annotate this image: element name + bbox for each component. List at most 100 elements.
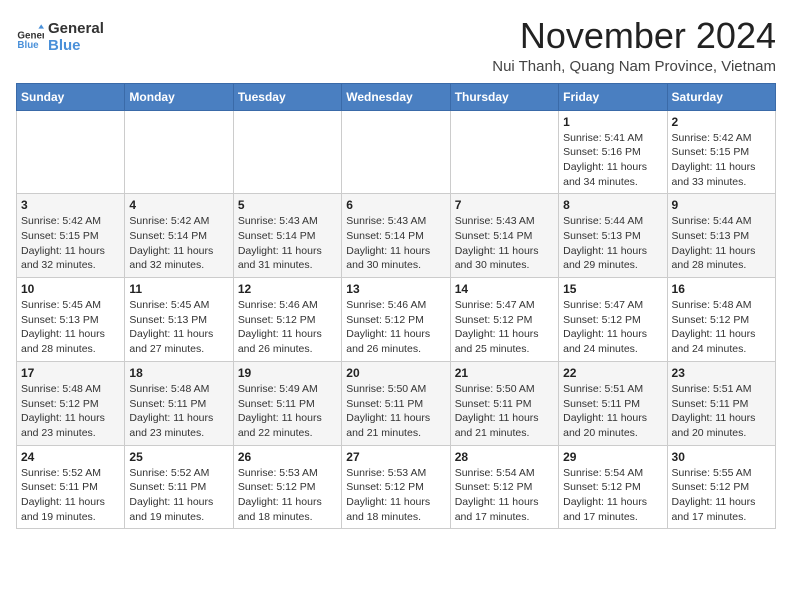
day-number: 17 xyxy=(21,366,120,380)
day-info: Sunrise: 5:54 AMSunset: 5:12 PMDaylight:… xyxy=(563,466,662,525)
day-info: Sunrise: 5:53 AMSunset: 5:12 PMDaylight:… xyxy=(238,466,337,525)
day-info: Sunrise: 5:51 AMSunset: 5:11 PMDaylight:… xyxy=(672,382,771,441)
day-number: 1 xyxy=(563,115,662,129)
day-info: Sunrise: 5:43 AMSunset: 5:14 PMDaylight:… xyxy=(455,214,554,273)
calendar-cell: 6Sunrise: 5:43 AMSunset: 5:14 PMDaylight… xyxy=(342,194,450,278)
day-number: 27 xyxy=(346,450,445,464)
day-number: 14 xyxy=(455,282,554,296)
day-info: Sunrise: 5:52 AMSunset: 5:11 PMDaylight:… xyxy=(129,466,228,525)
calendar-cell: 3 Sunrise: 5:42 AMSunset: 5:15 PMDaylight… xyxy=(17,194,125,278)
calendar-cell xyxy=(17,110,125,194)
calendar-row: 17 Sunrise: 5:48 AMSunset: 5:12 PMDayligh… xyxy=(17,361,776,445)
day-info: Sunrise: 5:47 AMSunset: 5:12 PMDaylight:… xyxy=(563,298,662,357)
calendar-cell: 24Sunrise: 5:52 AMSunset: 5:11 PMDayligh… xyxy=(17,445,125,529)
day-info: Sunrise: 5:44 AMSunset: 5:13 PMDaylight:… xyxy=(563,214,662,273)
day-number: 15 xyxy=(563,282,662,296)
calendar-row: 10 Sunrise: 5:45 AMSunset: 5:13 PMDayligh… xyxy=(17,278,776,362)
day-number: 2 xyxy=(672,115,771,129)
calendar-cell: 26 Sunrise: 5:53 AMSunset: 5:12 PMDayligh… xyxy=(233,445,341,529)
logo-icon: General Blue xyxy=(16,23,44,51)
day-info: Sunrise: 5:44 AMSunset: 5:13 PMDaylight:… xyxy=(672,214,771,273)
calendar-cell: 9 Sunrise: 5:44 AMSunset: 5:13 PMDaylight… xyxy=(667,194,775,278)
calendar-cell: 16 Sunrise: 5:48 AMSunset: 5:12 PMDayligh… xyxy=(667,278,775,362)
calendar-cell xyxy=(450,110,558,194)
calendar-cell: 7Sunrise: 5:43 AMSunset: 5:14 PMDaylight… xyxy=(450,194,558,278)
day-number: 11 xyxy=(129,282,228,296)
day-info: Sunrise: 5:45 AMSunset: 5:13 PMDaylight:… xyxy=(21,298,120,357)
day-number: 25 xyxy=(129,450,228,464)
day-info: Sunrise: 5:48 AMSunset: 5:12 PMDaylight:… xyxy=(672,298,771,357)
day-number: 21 xyxy=(455,366,554,380)
day-number: 19 xyxy=(238,366,337,380)
day-info: Sunrise: 5:46 AMSunset: 5:12 PMDaylight:… xyxy=(238,298,337,357)
page-header: General Blue General Blue November 2024 … xyxy=(16,16,776,75)
calendar-cell: 13 Sunrise: 5:46 AMSunset: 5:12 PMDayligh… xyxy=(342,278,450,362)
calendar-cell: 28 Sunrise: 5:54 AMSunset: 5:12 PMDayligh… xyxy=(450,445,558,529)
day-number: 24 xyxy=(21,450,120,464)
calendar-row: 24 Sunrise: 5:52 AMSunset: 5:11 PMDayligh… xyxy=(17,445,776,529)
day-info: Sunrise: 5:47 AMSunset: 5:12 PMDaylight:… xyxy=(455,298,554,357)
day-number: 12 xyxy=(238,282,337,296)
day-number: 26 xyxy=(238,450,337,464)
day-info: Sunrise: 5:48 AMSunset: 5:12 PMDaylight:… xyxy=(21,382,120,441)
day-info: Sunrise: 5:46 AMSunset: 5:12 PMDaylight:… xyxy=(346,298,445,357)
calendar-cell: 2 Sunrise: 5:42 AMSunset: 5:15 PMDaylight… xyxy=(667,110,775,194)
day-info: Sunrise: 5:51 AMSunset: 5:11 PMDaylight:… xyxy=(563,382,662,441)
calendar-cell: 20 Sunrise: 5:50 AMSunset: 5:11 PMDayligh… xyxy=(342,361,450,445)
calendar-table: SundayMondayTuesdayWednesdayThursdayFrid… xyxy=(16,83,776,530)
calendar-cell: 1 Sunrise: 5:41 AMSunset: 5:16 PMDaylight… xyxy=(559,110,667,194)
weekday-header-friday: Friday xyxy=(559,83,667,110)
day-info: Sunrise: 5:48 AMSunset: 5:11 PMDaylight:… xyxy=(129,382,228,441)
month-title: November 2024 xyxy=(492,16,776,56)
weekday-header-sunday: Sunday xyxy=(17,83,125,110)
calendar-cell xyxy=(125,110,233,194)
day-info: Sunrise: 5:50 AMSunset: 5:11 PMDaylight:… xyxy=(346,382,445,441)
svg-text:Blue: Blue xyxy=(17,40,39,51)
day-number: 29 xyxy=(563,450,662,464)
calendar-cell: 21 Sunrise: 5:50 AMSunset: 5:11 PMDayligh… xyxy=(450,361,558,445)
day-number: 4 xyxy=(129,198,228,212)
location: Nui Thanh, Quang Nam Province, Vietnam xyxy=(492,58,776,75)
calendar-cell: 4 Sunrise: 5:42 AMSunset: 5:14 PMDaylight… xyxy=(125,194,233,278)
calendar-cell: 19Sunrise: 5:49 AMSunset: 5:11 PMDayligh… xyxy=(233,361,341,445)
calendar-cell: 11 Sunrise: 5:45 AMSunset: 5:13 PMDayligh… xyxy=(125,278,233,362)
calendar-row: 1 Sunrise: 5:41 AMSunset: 5:16 PMDaylight… xyxy=(17,110,776,194)
day-info: Sunrise: 5:45 AMSunset: 5:13 PMDaylight:… xyxy=(129,298,228,357)
logo-general: General xyxy=(48,20,104,37)
day-number: 10 xyxy=(21,282,120,296)
weekday-header-thursday: Thursday xyxy=(450,83,558,110)
day-number: 22 xyxy=(563,366,662,380)
weekday-header-tuesday: Tuesday xyxy=(233,83,341,110)
weekday-header-saturday: Saturday xyxy=(667,83,775,110)
day-info: Sunrise: 5:42 AMSunset: 5:15 PMDaylight:… xyxy=(21,214,120,273)
day-number: 5 xyxy=(238,198,337,212)
day-number: 16 xyxy=(672,282,771,296)
day-number: 9 xyxy=(672,198,771,212)
calendar-cell xyxy=(342,110,450,194)
day-info: Sunrise: 5:50 AMSunset: 5:11 PMDaylight:… xyxy=(455,382,554,441)
calendar-cell: 23Sunrise: 5:51 AMSunset: 5:11 PMDayligh… xyxy=(667,361,775,445)
day-number: 28 xyxy=(455,450,554,464)
day-info: Sunrise: 5:54 AMSunset: 5:12 PMDaylight:… xyxy=(455,466,554,525)
day-number: 3 xyxy=(21,198,120,212)
calendar-cell: 18Sunrise: 5:48 AMSunset: 5:11 PMDayligh… xyxy=(125,361,233,445)
day-number: 6 xyxy=(346,198,445,212)
day-info: Sunrise: 5:43 AMSunset: 5:14 PMDaylight:… xyxy=(238,214,337,273)
calendar-cell: 22 Sunrise: 5:51 AMSunset: 5:11 PMDayligh… xyxy=(559,361,667,445)
calendar-cell: 12 Sunrise: 5:46 AMSunset: 5:12 PMDayligh… xyxy=(233,278,341,362)
day-info: Sunrise: 5:42 AMSunset: 5:15 PMDaylight:… xyxy=(672,131,771,190)
calendar-cell: 14 Sunrise: 5:47 AMSunset: 5:12 PMDayligh… xyxy=(450,278,558,362)
day-number: 8 xyxy=(563,198,662,212)
logo-blue: Blue xyxy=(48,37,104,54)
day-info: Sunrise: 5:41 AMSunset: 5:16 PMDaylight:… xyxy=(563,131,662,190)
weekday-header-wednesday: Wednesday xyxy=(342,83,450,110)
calendar-cell: 27Sunrise: 5:53 AMSunset: 5:12 PMDayligh… xyxy=(342,445,450,529)
day-number: 13 xyxy=(346,282,445,296)
weekday-header-row: SundayMondayTuesdayWednesdayThursdayFrid… xyxy=(17,83,776,110)
calendar-row: 3 Sunrise: 5:42 AMSunset: 5:15 PMDaylight… xyxy=(17,194,776,278)
weekday-header-monday: Monday xyxy=(125,83,233,110)
day-info: Sunrise: 5:42 AMSunset: 5:14 PMDaylight:… xyxy=(129,214,228,273)
day-number: 20 xyxy=(346,366,445,380)
title-block: November 2024 Nui Thanh, Quang Nam Provi… xyxy=(492,16,776,75)
calendar-cell: 10 Sunrise: 5:45 AMSunset: 5:13 PMDayligh… xyxy=(17,278,125,362)
